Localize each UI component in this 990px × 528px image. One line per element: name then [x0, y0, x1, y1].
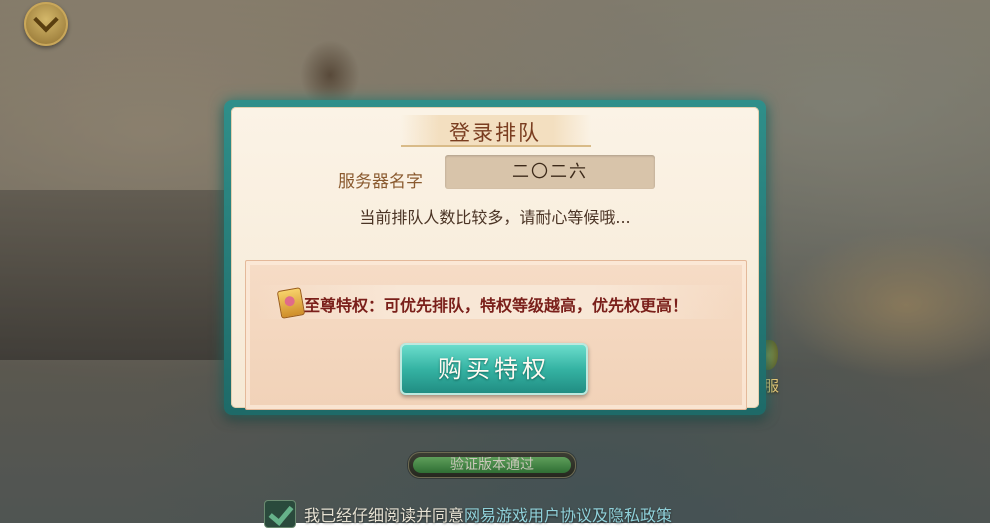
verify-progress-bar: 验证版本通过 — [408, 452, 576, 478]
agreement-text: 我已经仔细阅读并同意网易游戏用户协议及隐私政策 — [304, 502, 672, 526]
buy-privilege-button[interactable]: 购买特权 — [400, 343, 588, 395]
agreement-row: 我已经仔细阅读并同意网易游戏用户协议及隐私政策 — [264, 500, 672, 528]
collapse-button[interactable] — [24, 2, 68, 46]
server-name-label: 服务器名字 — [338, 172, 423, 192]
login-queue-dialog: 登录排队 服务器名字 二〇二六 当前排队人数比较多，请耐心等候哦... 至尊特权… — [224, 100, 766, 415]
queue-message: 当前排队人数比较多，请耐心等候哦... — [359, 208, 631, 227]
dialog-body: 登录排队 服务器名字 二〇二六 当前排队人数比较多，请耐心等候哦... 至尊特权… — [231, 107, 759, 410]
server-side-label: 服 — [764, 377, 780, 395]
server-name-value: 二〇二六 — [445, 155, 655, 189]
dialog-title: 登录排队 — [449, 121, 541, 145]
privilege-panel: 至尊特权：可优先排队，特权等级越高，优先权更高！ 购买特权 — [245, 260, 747, 410]
chevron-down-icon — [33, 7, 59, 33]
agreement-prefix: 我已经仔细阅读并同意 — [304, 506, 465, 525]
privilege-card-icon — [276, 287, 306, 319]
verify-status-text: 验证版本通过 — [450, 457, 534, 473]
agreement-link[interactable]: 网易游戏用户协议及隐私政策 — [464, 506, 672, 525]
agreement-checkbox[interactable] — [264, 500, 296, 528]
privilege-text: 至尊特权：可优先排队，特权等级越高，优先权更高！ — [304, 296, 689, 315]
